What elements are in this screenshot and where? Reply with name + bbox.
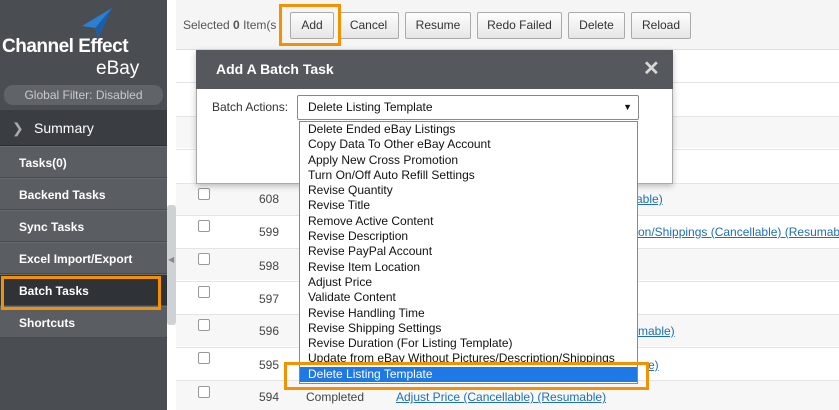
dropdown-option[interactable]: Turn On/Off Auto Refill Settings [300,168,637,183]
row-id: 597 [259,292,280,306]
dropdown-option[interactable]: Delete Ended eBay Listings [300,122,637,137]
dropdown-option[interactable]: Revise Duration (For Listing Template) [300,336,637,351]
dropdown-option[interactable]: Revise Description [300,229,637,244]
row-id: 598 [259,259,280,273]
dropdown-option[interactable]: Revise Shipping Settings [300,321,637,336]
resume-button[interactable]: Resume [405,12,471,39]
row-checkbox[interactable] [198,188,210,200]
dropdown-option[interactable]: Adjust Price [300,275,637,290]
highlight-add-button [279,4,341,46]
row-checkbox[interactable] [198,253,210,265]
dropdown-option[interactable]: Remove Active Content [300,214,637,229]
row-task-link[interactable]: mable) [638,324,675,338]
batch-actions-select[interactable]: Delete Listing Template ▼ [297,95,639,120]
highlight-batch-tasks [1,276,161,310]
close-icon[interactable]: ✕ [643,57,660,81]
row-status: Completed [306,390,365,404]
row-checkbox[interactable] [198,220,210,232]
sidebar-item-backend-tasks[interactable]: Backend Tasks [0,178,167,210]
brand-logo: Channel Effect eBay [0,0,167,84]
sidebar-splitter[interactable]: ◀ [167,205,176,325]
batch-actions-selected-value: Delete Listing Template [308,100,433,114]
dropdown-option[interactable]: Revise PayPal Account [300,244,637,259]
row-task-link[interactable]: e) [648,358,659,372]
row-checkbox[interactable] [198,352,210,364]
sidebar-item-sync-tasks[interactable]: Sync Tasks [0,210,167,242]
batch-actions-dropdown: Delete Ended eBay Listings Copy Data To … [299,121,638,384]
dropdown-option[interactable]: Revise Handling Time [300,306,637,321]
sidebar-item-shortcuts[interactable]: Shortcuts [0,306,167,338]
row-checkbox[interactable] [198,286,210,298]
row-id: 599 [259,225,280,239]
reload-button[interactable]: Reload [631,12,691,39]
chevron-right-icon: ❯ [12,120,24,136]
row-task-link[interactable]: able) [636,192,663,206]
dropdown-option[interactable]: Validate Content [300,290,637,305]
sidebar-item-excel-import-export[interactable]: Excel Import/Export [0,242,167,274]
row-checkbox[interactable] [198,319,210,331]
chevron-down-icon: ▼ [623,102,632,112]
summary-label: Summary [34,120,94,136]
dropdown-option[interactable]: Revise Item Location [300,260,637,275]
paper-plane-icon [82,8,112,38]
sidebar-item-tasks[interactable]: Tasks(0) [0,146,167,178]
cancel-button[interactable]: Cancel [338,12,399,39]
dropdown-option[interactable]: Copy Data To Other eBay Account [300,137,637,152]
delete-button[interactable]: Delete [568,12,625,39]
selected-count-text: Selected 0 Item(s [183,18,276,32]
selected-count: 0 [233,18,240,32]
batch-actions-label: Batch Actions: [212,100,289,114]
selected-prefix: Selected [183,18,234,32]
sidebar-summary[interactable]: ❯ Summary [0,110,167,146]
selected-suffix: Item(s [239,18,277,32]
global-filter-status[interactable]: Global Filter: Disabled [4,85,163,105]
dropdown-option[interactable]: Revise Quantity [300,183,637,198]
row-task-link[interactable]: on/Shippings (Cancellable) (Resumabl [638,225,839,239]
row-id: 595 [259,358,280,372]
brand-subtitle: eBay [96,58,140,79]
highlight-selected-option [284,362,649,390]
redo-failed-button[interactable]: Redo Failed [477,12,562,39]
collapse-arrow-icon: ◀ [168,255,175,264]
dropdown-option[interactable]: Apply New Cross Promotion [300,153,637,168]
dropdown-option[interactable]: Revise Title [300,198,637,213]
dialog-title: Add A Batch Task [196,50,673,89]
row-checkbox[interactable] [198,386,210,398]
row-task-link[interactable]: Adjust Price (Cancellable) (Resumable) [396,390,606,404]
row-id: 596 [259,324,280,338]
brand-name: Channel Effect [2,36,129,57]
row-id: 594 [259,390,280,404]
row-id: 608 [259,192,280,206]
